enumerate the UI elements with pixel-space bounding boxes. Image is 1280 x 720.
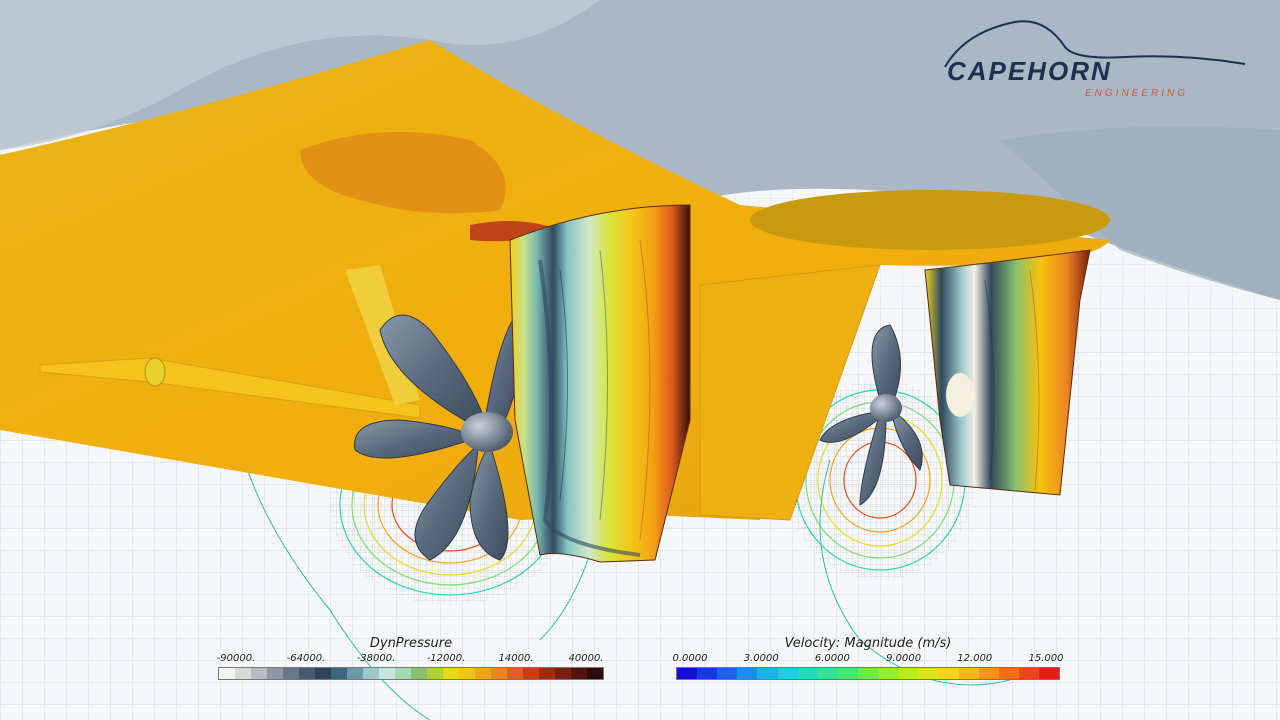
legend-velocity-tick-label: 0.0000	[672, 653, 708, 664]
legend-dynpressure-tick-label: -12000.	[426, 653, 466, 664]
legend-velocity-swatch	[697, 668, 718, 679]
legend-dynpressure-tick-label: -90000.	[216, 653, 256, 664]
legend-velocity-swatch	[958, 668, 979, 679]
legend-velocity-swatch	[1018, 668, 1039, 679]
legend-dynpressure-swatch	[219, 668, 235, 679]
legend-velocity-title: Velocity: Magnitude (m/s)	[784, 636, 952, 651]
legend-dynpressure-swatch	[379, 668, 395, 679]
legend-velocity-tick-label: 12.000	[957, 653, 993, 664]
legend-velocity-tick-label: 9.0000	[886, 653, 922, 664]
legend-velocity-swatch	[998, 668, 1019, 679]
legend-velocity-swatch	[677, 668, 698, 679]
legend-dynpressure-swatch	[411, 668, 427, 679]
legend-dynpressure-swatch	[555, 668, 571, 679]
legend-velocity-colorbar	[676, 667, 1060, 680]
legend-dynpressure-swatch	[299, 668, 315, 679]
legend-dynpressure-swatch	[251, 668, 267, 679]
legend-velocity-swatch	[837, 668, 858, 679]
skeg-right-lobe	[750, 190, 1110, 250]
legend-dynpressure-tick-label: 40000.	[568, 653, 604, 664]
legend-dynpressure-swatch	[523, 668, 539, 679]
legend-velocity-swatch	[797, 668, 818, 679]
legend-dynpressure-swatch	[347, 668, 363, 679]
legend-dynpressure-swatch	[395, 668, 411, 679]
legend-velocity-swatch	[777, 668, 798, 679]
legend-dynpressure-swatch	[267, 668, 283, 679]
legend-dynpressure-swatch	[459, 668, 475, 679]
legend-dynpressure-swatch	[571, 668, 587, 679]
rudder-right-spot	[946, 373, 974, 417]
legend-velocity-swatch	[757, 668, 778, 679]
legend-velocity-swatch	[878, 668, 899, 679]
legend-velocity-swatch	[918, 668, 939, 679]
legend-dynpressure-swatch	[283, 668, 299, 679]
legend-dynpressure-swatch	[491, 668, 507, 679]
legend-velocity-swatch	[737, 668, 758, 679]
legend-velocity-swatch	[1038, 668, 1060, 679]
legend-dynpressure-tick-label: -64000.	[286, 653, 326, 664]
shaft-bearing	[144, 357, 166, 387]
legend-dynpressure-swatch	[363, 668, 379, 679]
legend-velocity-swatch	[938, 668, 959, 679]
legend-velocity-tick-label: 15.000	[1028, 653, 1064, 664]
legend-dynpressure-tick-label: -38000.	[356, 653, 396, 664]
legend-velocity-swatch	[817, 668, 838, 679]
legend-velocity-tick-label: 3.0000	[743, 653, 779, 664]
legend-dynpressure-swatch	[331, 668, 347, 679]
legend-dynpressure-swatch	[539, 668, 555, 679]
legend-velocity-swatch	[717, 668, 738, 679]
legend-dynpressure-swatch	[235, 668, 251, 679]
legend-dynpressure-swatch	[587, 668, 603, 679]
legend-dynpressure-swatch	[315, 668, 331, 679]
legend-dynpressure-swatch	[427, 668, 443, 679]
company-logo: CAPEHORN ENGINEERING	[944, 20, 1246, 99]
legend-velocity-swatch	[898, 668, 919, 679]
legend-dynpressure-title: DynPressure	[369, 636, 453, 651]
rudder-left	[509, 204, 691, 563]
legend-velocity-swatch	[978, 668, 999, 679]
legend-dynpressure-swatch	[475, 668, 491, 679]
cfd-render	[0, 0, 1280, 720]
legend-dynpressure-swatch	[507, 668, 523, 679]
logo-subtitle: ENGINEERING	[1085, 88, 1188, 99]
legend-dynpressure-colorbar	[218, 667, 604, 680]
legend-velocity-tick-label: 6.0000	[814, 653, 850, 664]
legend-velocity-swatch	[857, 668, 879, 679]
legend-dynpressure-swatch	[443, 668, 459, 679]
logo-brand-text: CAPEHORN	[947, 56, 1112, 86]
legend-dynpressure-tick-label: 14000.	[498, 653, 534, 664]
